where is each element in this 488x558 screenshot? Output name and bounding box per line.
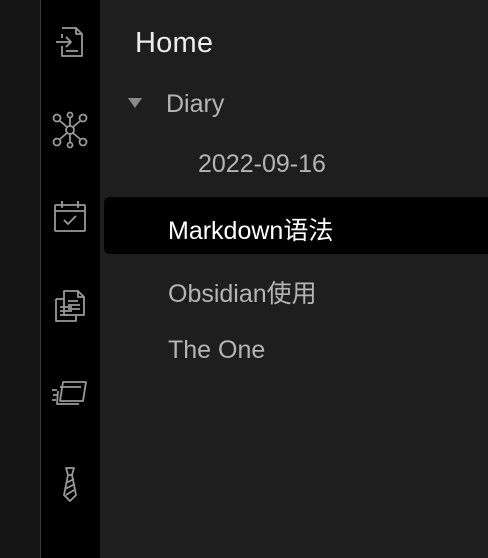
window-edge [0,0,40,558]
file-item-obsidian[interactable]: Obsidian使用 [168,274,317,310]
copy-note-icon[interactable] [50,286,90,326]
vault-title: Home [135,27,214,59]
folder-diary[interactable]: Diary [166,90,224,119]
file-item-the-one[interactable]: The One [168,336,265,365]
app-window: Home Diary 2022-09-16 Markdown语法 Obsidia… [0,0,488,558]
left-ribbon [41,0,100,558]
graph-view-icon[interactable] [50,110,90,150]
file-item-markdown[interactable]: Markdown语法 [168,211,333,247]
daily-note-icon[interactable] [50,197,90,237]
collapse-arrow-icon[interactable] [128,98,142,108]
open-file-icon[interactable] [50,22,90,62]
file-explorer: Home Diary 2022-09-16 Markdown语法 Obsidia… [100,0,488,558]
file-item-2022-09-16[interactable]: 2022-09-16 [198,150,326,179]
plugin-icon[interactable] [50,464,90,504]
slides-icon[interactable] [50,374,90,414]
